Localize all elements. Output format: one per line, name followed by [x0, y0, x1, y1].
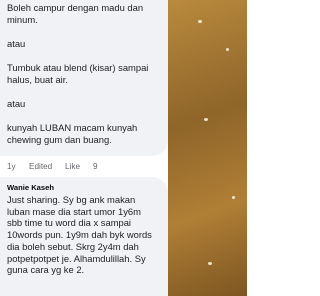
- like-count: 9: [93, 162, 98, 171]
- reply-line: potpetpotpet je. Alhamdulillah. Sy: [7, 252, 146, 264]
- frankincense-photo: [168, 0, 247, 296]
- comment-line: atau: [7, 38, 26, 49]
- reply-bubble: Wanie Kaseh Just sharing. Sy bg ank maka…: [0, 177, 168, 296]
- comment-thread: Boleh campur dengan madu dan minum. atau…: [0, 0, 174, 296]
- reply-line: Just sharing. Sy bg ank makan: [7, 194, 136, 205]
- reply-line: 10words pun. 1y9m dah byk words: [7, 229, 152, 241]
- comment-bubble: Boleh campur dengan madu dan minum. atau…: [0, 0, 168, 156]
- reply-line: guna cara yg ke 2.: [7, 264, 85, 276]
- reply-line: luban mase dia start umor 1y6m: [7, 205, 141, 217]
- comment-line: Tumbuk atau blend (kisar) sampai: [7, 62, 149, 73]
- comment-line: chewing gum dan buang.: [7, 134, 112, 145]
- edited-label[interactable]: Edited: [29, 162, 65, 171]
- comment-line: atau: [7, 98, 26, 109]
- reply-line: dia boleh sebut. Skrg 2y4m dah: [7, 240, 139, 252]
- comment-line: minum.: [7, 14, 38, 25]
- comment-line: halus, buat air.: [7, 74, 68, 85]
- reply-author[interactable]: Wanie Kaseh: [7, 183, 54, 192]
- comment-text: Boleh campur dengan madu dan minum. atau…: [0, 2, 168, 146]
- like-button[interactable]: Like: [65, 162, 93, 171]
- reply-text: Just sharing. Sy bg ank makan luban mase…: [7, 194, 165, 276]
- reply-line: sbb time tu word dia x sampai: [7, 217, 132, 229]
- comment-timestamp[interactable]: 1y: [7, 162, 29, 171]
- comment-line: kunyah LUBAN macam kunyah: [7, 122, 138, 133]
- comment-actions: 1y Edited Like 9: [7, 162, 98, 171]
- comment-line: Boleh campur dengan madu dan: [7, 2, 144, 13]
